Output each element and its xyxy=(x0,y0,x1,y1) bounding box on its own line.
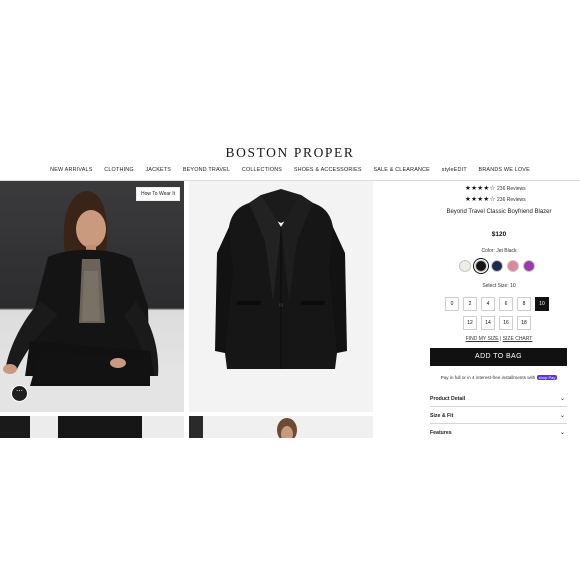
nav-shoes-accessories[interactable]: SHOES & ACCESSORIES xyxy=(294,167,362,173)
size-chart-link[interactable]: SIZE CHART xyxy=(503,336,533,342)
rating-stars-secondary: ★★★★☆ xyxy=(465,196,496,203)
review-count-secondary: 236 Reviews xyxy=(497,197,526,203)
brand-logo[interactable]: BOSTON PROPER xyxy=(0,145,580,161)
image-4-illustration xyxy=(189,416,297,438)
accordion-product-detail[interactable]: Product Detail ⌄ xyxy=(430,391,567,407)
product-image-3[interactable] xyxy=(0,416,184,438)
swatch-ivory[interactable] xyxy=(459,260,471,272)
accordion-features[interactable]: Features ⌄ xyxy=(430,425,567,438)
product-image-4[interactable] xyxy=(189,416,373,438)
find-my-size-link[interactable]: FIND MY SIZE xyxy=(466,336,499,342)
product-info-panel: ★★★★☆ 236 Reviews ★★★★☆ 236 Reviews Beyo… xyxy=(429,181,569,438)
swatch-navy[interactable] xyxy=(491,260,503,272)
nav-new-arrivals[interactable]: NEW ARRIVALS xyxy=(50,167,92,173)
how-to-wear-it-button[interactable]: How To Wear It xyxy=(136,187,180,201)
chevron-down-icon: ⌄ xyxy=(559,413,565,419)
product-image-model[interactable]: How To Wear It ⋯ xyxy=(0,181,184,412)
rating-summary[interactable]: ★★★★☆ 236 Reviews xyxy=(465,184,526,192)
color-label: Color: Jet Black xyxy=(481,248,517,254)
installments-text: Pay in full or in 4 interest-free instal… xyxy=(440,375,536,380)
nav-collections[interactable]: COLLECTIONS xyxy=(242,167,282,173)
nav-jackets[interactable]: JACKETS xyxy=(145,167,171,173)
size-option[interactable]: 6 xyxy=(499,297,513,311)
size-option[interactable]: 8 xyxy=(517,297,531,311)
accordion-size-fit-label: Size & Fit xyxy=(430,413,454,419)
accordion-size-fit[interactable]: Size & Fit ⌄ xyxy=(430,408,567,424)
add-to-bag-button[interactable]: ADD TO BAG xyxy=(430,348,567,366)
image-3-illustration xyxy=(0,416,142,438)
size-label: Select Size: 10 xyxy=(482,283,516,289)
size-option-selected[interactable]: 10 xyxy=(535,297,549,311)
rating-stars: ★★★★☆ xyxy=(465,185,496,192)
blazer-illustration xyxy=(215,189,347,369)
size-option[interactable]: 14 xyxy=(481,316,495,330)
swatch-pink[interactable] xyxy=(507,260,519,272)
chat-icon[interactable]: ⋯ xyxy=(11,385,28,402)
size-option[interactable]: 0 xyxy=(445,297,459,311)
size-option[interactable]: 12 xyxy=(463,316,477,330)
nav-clothing[interactable]: CLOTHING xyxy=(104,167,133,173)
accordion-product-detail-label: Product Detail xyxy=(430,396,466,402)
swatch-jet-black[interactable] xyxy=(475,260,487,272)
installments-message: Pay in full or in 4 interest-free instal… xyxy=(429,375,569,381)
review-count: 236 Reviews xyxy=(497,186,526,192)
swatch-purple[interactable] xyxy=(523,260,535,272)
shop-pay-logo[interactable]: shop Pay xyxy=(536,375,558,381)
size-links-divider: | xyxy=(500,336,502,342)
size-option[interactable]: 2 xyxy=(463,297,477,311)
model-illustration xyxy=(0,191,184,412)
page-frame: BOSTON PROPER NEW ARRIVALS CLOTHING JACK… xyxy=(0,137,580,438)
nav-styleedit[interactable]: styleEDIT xyxy=(442,167,467,173)
accordion-features-label: Features xyxy=(430,430,452,436)
product-image-flat[interactable] xyxy=(189,181,373,412)
size-links: FIND MY SIZE | SIZE CHART xyxy=(429,336,569,342)
size-option[interactable]: 18 xyxy=(517,316,531,330)
nav-sale-clearance[interactable]: SALE & CLEARANCE xyxy=(373,167,430,173)
nav-beyond-travel[interactable]: BEYOND TRAVEL xyxy=(183,167,230,173)
rating-summary-secondary[interactable]: ★★★★☆ 236 Reviews xyxy=(465,195,526,203)
chevron-down-icon: ⌄ xyxy=(559,430,565,436)
size-option[interactable]: 16 xyxy=(499,316,513,330)
size-option[interactable]: 4 xyxy=(481,297,495,311)
nav-brands-we-love[interactable]: BRANDS WE LOVE xyxy=(479,167,530,173)
main-nav: NEW ARRIVALS CLOTHING JACKETS BEYOND TRA… xyxy=(0,167,580,177)
product-price: $120 xyxy=(491,231,507,238)
chevron-down-icon: ⌄ xyxy=(559,396,565,402)
product-title: Beyond Travel Classic Boyfriend Blazer xyxy=(446,209,552,215)
